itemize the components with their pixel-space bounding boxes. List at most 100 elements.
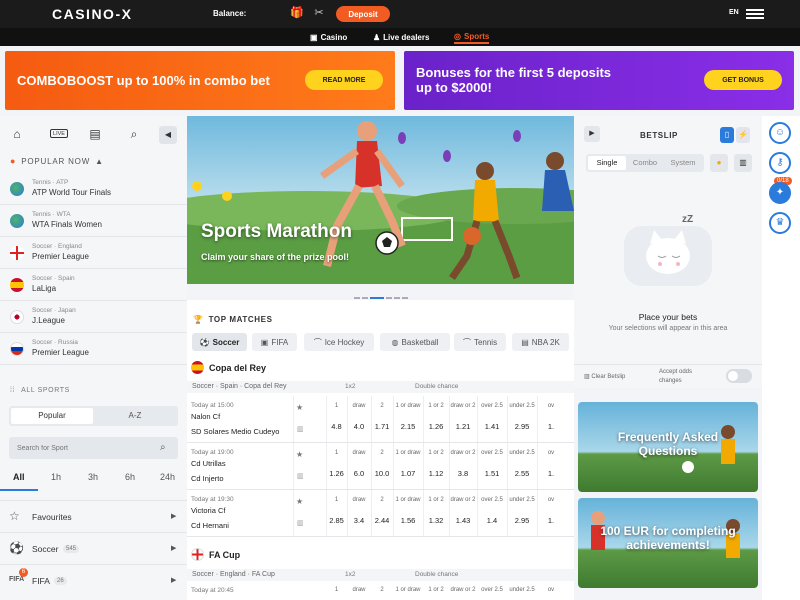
popular-item[interactable]: Soccer · Japan J.League (0, 302, 187, 333)
favourite-star-icon[interactable]: ★ (296, 450, 303, 459)
bet-type-system[interactable]: System (664, 156, 702, 170)
sport-filter-tennis[interactable]: ⌒ Tennis (454, 333, 506, 351)
play-icon[interactable]: ▶ (584, 126, 600, 142)
collapse-sidebar-icon[interactable]: ◀ (159, 126, 177, 144)
odds-value[interactable]: 1. (537, 469, 565, 478)
betslip-book-icon[interactable]: ▯ (720, 127, 734, 143)
carousel-dot[interactable] (394, 297, 400, 299)
sport-row-fifa[interactable]: FIFA 6 FIFA 26 ▶ (0, 564, 187, 594)
time-tab-1h[interactable]: 1h (51, 472, 61, 482)
odds-value[interactable]: 2.95 (507, 516, 537, 525)
search-icon[interactable]: ⌕ (127, 127, 141, 141)
odds-value[interactable]: 1.56 (393, 516, 423, 525)
time-tab-6h[interactable]: 6h (125, 472, 135, 482)
document-icon[interactable]: ▤ (88, 127, 102, 141)
carousel-dot[interactable] (402, 297, 408, 299)
odds-value[interactable]: 2.55 (507, 469, 537, 478)
clear-betslip-button[interactable]: ▥ Clear Betslip (584, 373, 625, 380)
odds-value[interactable]: 2.95 (507, 422, 537, 431)
odds-value[interactable]: 10.0 (371, 469, 393, 478)
popular-item[interactable]: Soccer · England Premier League (0, 238, 187, 269)
league-header[interactable]: FA Cup (191, 548, 240, 561)
user-icon[interactable]: ☺ (769, 122, 791, 144)
sport-search-input[interactable] (9, 437, 178, 459)
sport-filter-fifa[interactable]: ▣ FIFA (252, 333, 297, 351)
odds-value[interactable]: 1.21 (449, 422, 477, 431)
odds-value[interactable]: 3.4 (347, 516, 371, 525)
odds-value[interactable]: 4.0 (347, 422, 371, 431)
carousel-dot[interactable] (362, 297, 368, 299)
odds-value[interactable]: 3.8 (449, 469, 477, 478)
time-tab-all[interactable]: All (13, 472, 25, 482)
odds-value[interactable]: 2.44 (371, 516, 393, 525)
popular-now-header[interactable]: ● POPULAR NOW ▲ (10, 156, 104, 166)
deposit-button[interactable]: Deposit (336, 6, 390, 22)
gift-icon[interactable]: 🎁 (290, 7, 304, 19)
deposit-bonus-banner[interactable]: Bonuses for the first 5 deposits up to $2… (404, 51, 794, 110)
odds-value[interactable]: 4.8 (326, 422, 347, 431)
odds-value[interactable]: 1.32 (423, 516, 449, 525)
logo[interactable]: CASINO-X (52, 6, 132, 22)
odds-value[interactable]: 1. (537, 516, 565, 525)
sort-az[interactable]: A-Z (94, 408, 176, 424)
sport-filter-nba2k[interactable]: ▤ NBA 2K (512, 333, 569, 351)
popular-item[interactable]: Tennis · WTA WTA Finals Women (0, 206, 187, 237)
stats-icon[interactable]: ▥ (297, 425, 304, 433)
match-row[interactable]: Today at 15:00 Nalon Cf SD Solares Medio C… (187, 396, 574, 443)
odds-value[interactable]: 1. (537, 422, 565, 431)
home-icon[interactable]: ⌂ (10, 127, 24, 141)
coin-icon[interactable]: ● (710, 154, 728, 172)
sport-filter-soccer[interactable]: ⚽ Soccer (192, 333, 247, 351)
sport-filter-ice-hockey[interactable]: ⌒ Ice Hockey (304, 333, 374, 351)
nav-sports[interactable]: ◎ Sports (454, 31, 490, 44)
popular-item[interactable]: Soccer · Russia Premier League (0, 334, 187, 365)
get-bonus-button[interactable]: GET BONUS (704, 70, 782, 90)
stats-icon[interactable]: ▥ (297, 519, 304, 527)
lightning-icon[interactable]: ⚡ (736, 127, 750, 143)
league-header[interactable]: Copa del Rey (191, 361, 266, 374)
read-more-button[interactable]: READ MORE (305, 70, 383, 90)
sport-row-soccer[interactable]: ⚽ Soccer 545 ▶ (0, 532, 187, 562)
trophy-icon[interactable]: ♛ (769, 212, 791, 234)
odds-value[interactable]: 1.71 (371, 422, 393, 431)
sort-popular[interactable]: Popular (11, 408, 93, 424)
menu-icon[interactable] (746, 9, 764, 19)
sport-row-favourites[interactable]: ☆ Favourites ▶ (0, 500, 187, 530)
odds-value[interactable]: 1.26 (326, 469, 347, 478)
match-row[interactable]: Today at 19:00 Cd Utrillas Cd Injerto ★ ▥ 1 1.… (187, 443, 574, 490)
nav-live-dealers[interactable]: ♟ Live dealers (373, 31, 429, 44)
live-icon[interactable]: LIVE (50, 129, 68, 138)
odds-value[interactable]: 1.4 (477, 516, 507, 525)
match-row[interactable]: Today at 19:30 Victoria Cf Cd Hernani ★ ▥ 1 2.… (187, 490, 574, 537)
odds-value[interactable]: 1.26 (423, 422, 449, 431)
sport-filter-basketball[interactable]: ◍ Basketball (380, 333, 450, 351)
odds-value[interactable]: 1.51 (477, 469, 507, 478)
odds-value[interactable]: 2.85 (326, 516, 347, 525)
favourite-star-icon[interactable]: ★ (296, 403, 303, 412)
achievements-card[interactable]: 100 EUR for completing achievements! (578, 498, 758, 588)
stats-icon[interactable]: ▥ (297, 472, 304, 480)
comboboost-banner[interactable]: COMBOBOOST up to 100% in combo bet READ … (5, 51, 395, 110)
faq-card[interactable]: Frequently Asked Questions (578, 402, 758, 492)
boost-icon[interactable]: ✦ (769, 182, 791, 204)
odds-value[interactable]: 1.41 (477, 422, 507, 431)
carousel-dot[interactable] (386, 297, 392, 299)
bet-type-combo[interactable]: Combo (626, 156, 664, 170)
time-tab-3h[interactable]: 3h (88, 472, 98, 482)
odds-value[interactable]: 1.12 (423, 469, 449, 478)
language-selector[interactable]: EN (729, 9, 739, 16)
key-icon[interactable]: ⚷ (769, 152, 791, 174)
odds-value[interactable]: 6.0 (347, 469, 371, 478)
bet-type-single[interactable]: Single (588, 156, 626, 170)
popular-item[interactable]: Soccer · Spain LaLiga (0, 270, 187, 301)
nav-casino[interactable]: ▣ Casino (310, 31, 347, 44)
popular-item[interactable]: Tennis · ATP ATP World Tour Finals (0, 174, 187, 205)
accept-odds-toggle[interactable] (726, 369, 752, 383)
trash-icon[interactable]: ▥ (734, 154, 752, 172)
promo-icon[interactable]: ✂ (313, 7, 325, 19)
favourite-star-icon[interactable]: ★ (296, 497, 303, 506)
time-tab-24h[interactable]: 24h (160, 472, 175, 482)
carousel-dot-active[interactable] (370, 297, 384, 299)
odds-value[interactable]: 2.15 (393, 422, 423, 431)
odds-value[interactable]: 1.07 (393, 469, 423, 478)
